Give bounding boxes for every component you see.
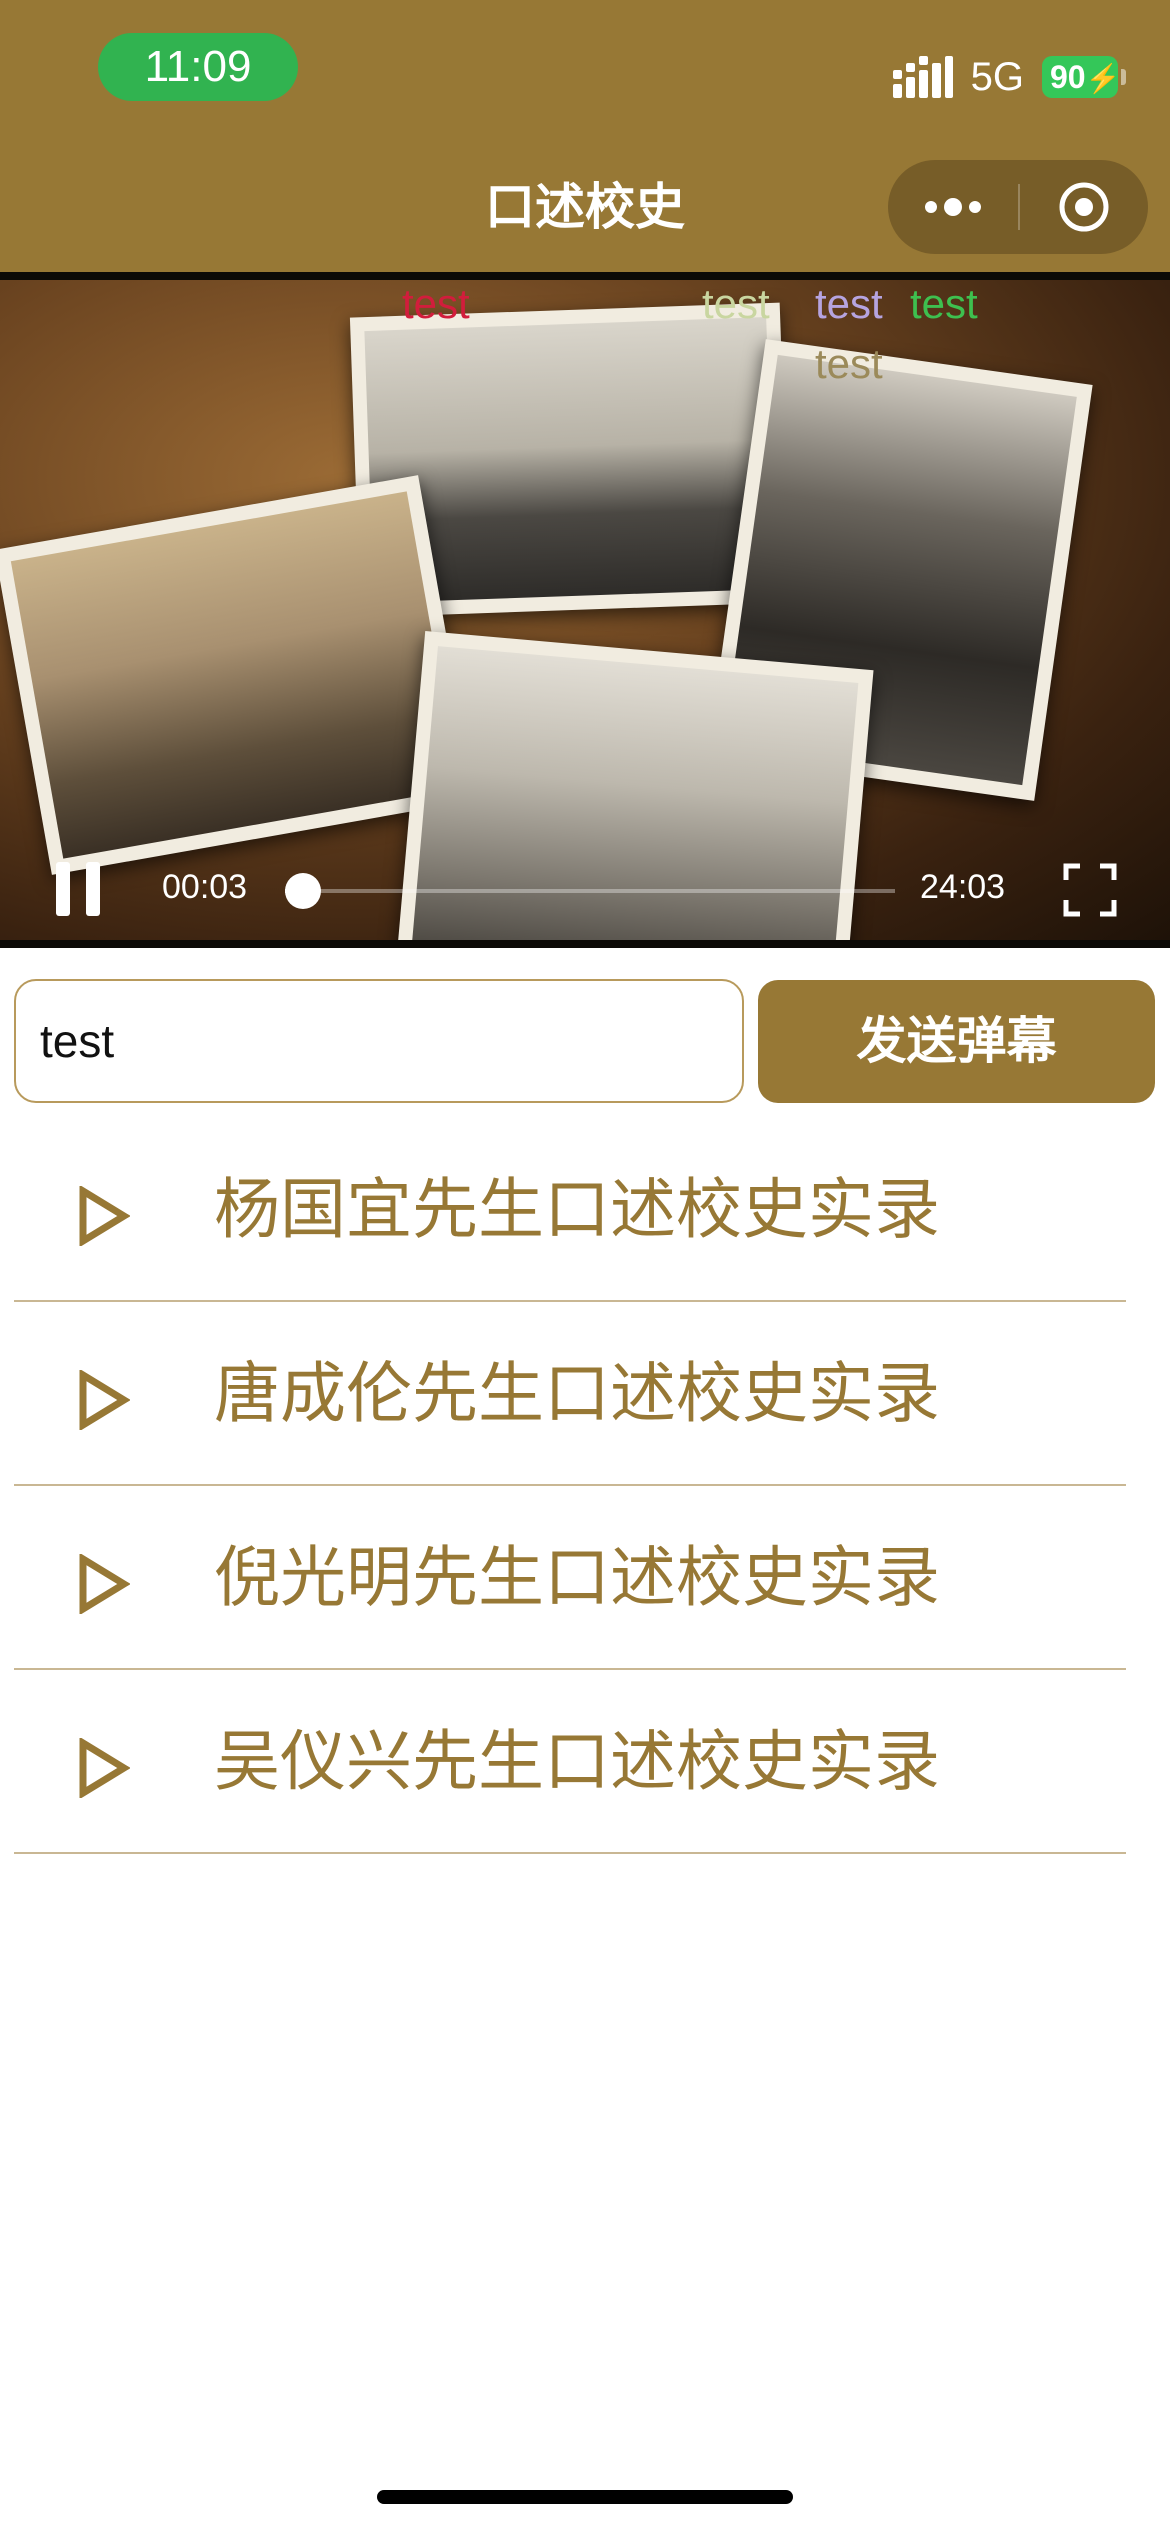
- status-time: 11:09: [98, 33, 298, 101]
- play-icon: [79, 1370, 130, 1430]
- home-indicator: [377, 2490, 793, 2504]
- video-photo-archway: [0, 475, 476, 875]
- send-danmaku-button[interactable]: 发送弹幕: [758, 980, 1155, 1103]
- current-time: 00:03: [162, 868, 248, 906]
- mini-program-capsule: [888, 160, 1148, 254]
- duration: 24:03: [920, 868, 1006, 906]
- signal-icon: [892, 56, 953, 98]
- pause-icon-bar-left: [56, 862, 70, 916]
- list-item[interactable]: 倪光明先生口述校史实录: [14, 1486, 1126, 1670]
- list-item[interactable]: 吴仪兴先生口述校史实录: [14, 1670, 1126, 1854]
- video-controls: 00:03 24:03: [0, 840, 1170, 940]
- danmaku-message: test: [402, 280, 470, 327]
- list-item-label: 唐成伦先生口述校史实录: [214, 1355, 940, 1432]
- list-item[interactable]: 唐成伦先生口述校史实录: [14, 1302, 1126, 1486]
- fullscreen-icon: [1063, 863, 1117, 917]
- play-icon: [79, 1186, 130, 1246]
- danmaku-message: test: [702, 280, 770, 327]
- status-indicators: 5G 90⚡: [892, 52, 1126, 102]
- list-item-label: 杨国宜先生口述校史实录: [214, 1171, 940, 1248]
- pause-icon-bar-right: [86, 862, 100, 916]
- network-label: 5G: [970, 54, 1024, 99]
- target-icon: [1059, 182, 1109, 232]
- video-frame: test test test test test 00:03 24:03: [0, 280, 1170, 940]
- progress-bar[interactable]: [285, 873, 895, 909]
- more-dots-icon: [925, 198, 981, 216]
- more-button[interactable]: [888, 160, 1018, 254]
- charging-bolt-icon: ⚡: [1085, 63, 1121, 94]
- pause-button[interactable]: [50, 860, 106, 920]
- progress-knob[interactable]: [285, 873, 321, 909]
- battery-level: 90: [1050, 59, 1086, 95]
- fullscreen-button[interactable]: [1062, 862, 1118, 918]
- danmaku-message: test: [815, 280, 883, 327]
- list-item-label: 吴仪兴先生口述校史实录: [214, 1723, 940, 1800]
- video-player[interactable]: test test test test test 00:03 24:03: [0, 272, 1170, 948]
- episode-list: 杨国宜先生口述校史实录 唐成伦先生口述校史实录 倪光明先生口述校史实录 吴仪兴先…: [14, 1118, 1126, 1854]
- danmaku-message: test: [815, 340, 883, 387]
- list-item-label: 倪光明先生口述校史实录: [214, 1539, 940, 1616]
- list-item[interactable]: 杨国宜先生口述校史实录: [14, 1118, 1126, 1302]
- close-mini-program-button[interactable]: [1020, 160, 1148, 254]
- battery-icon: 90⚡: [1042, 56, 1126, 98]
- danmaku-input[interactable]: [14, 979, 744, 1103]
- play-icon: [79, 1554, 130, 1614]
- danmaku-message: test: [910, 280, 978, 327]
- play-icon: [79, 1738, 130, 1798]
- header: 11:09 5G 90⚡ 口述校史: [0, 0, 1170, 272]
